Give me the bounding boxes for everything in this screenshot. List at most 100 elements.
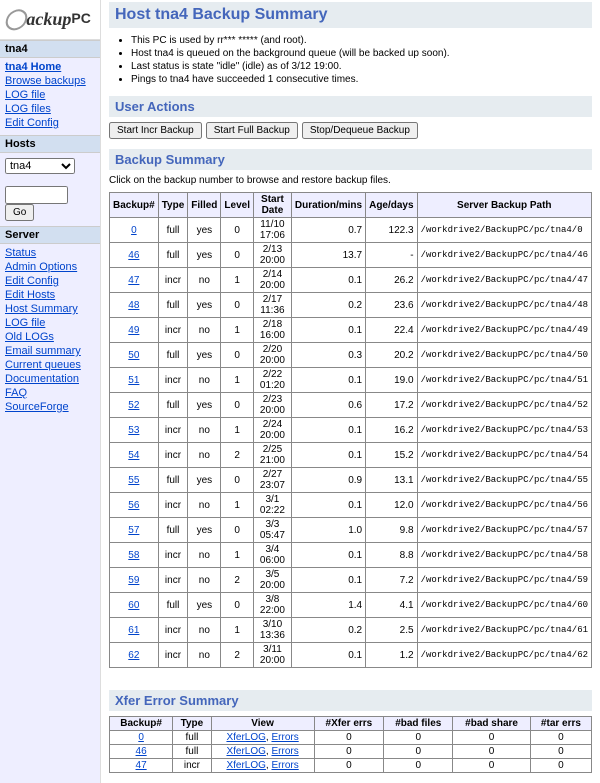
table-row: 54incrno22/25 21:000.115.2/workdrive2/Ba… [110, 443, 592, 468]
backup-link[interactable]: 47 [136, 760, 147, 771]
xfer-view-link[interactable]: XferLOG [226, 732, 265, 743]
xfer-header: Type [173, 717, 211, 731]
table-row: 51incrno12/22 01:200.119.0/workdrive2/Ba… [110, 368, 592, 393]
backup-link[interactable]: 61 [128, 625, 139, 636]
server-link[interactable]: Current queues [5, 358, 95, 372]
server-link[interactable]: Status [5, 246, 95, 260]
xfer-header: #bad files [384, 717, 453, 731]
table-header: Age/days [366, 193, 417, 218]
xfer-header: View [211, 717, 314, 731]
table-row: 55fullyes02/27 23:070.913.1/workdrive2/B… [110, 468, 592, 493]
backup-link[interactable]: 46 [128, 250, 139, 261]
table-header: Level [221, 193, 254, 218]
table-row: 48fullyes02/17 11:360.223.6/workdrive2/B… [110, 293, 592, 318]
host-link[interactable]: Edit Config [5, 116, 95, 130]
table-row: 0fullyes011/10 17:060.7122.3/workdrive2/… [110, 218, 592, 243]
backup-link[interactable]: 58 [128, 550, 139, 561]
xfer-view-link[interactable]: Errors [271, 732, 298, 743]
server-link[interactable]: Old LOGs [5, 330, 95, 344]
backup-link[interactable]: 0 [131, 225, 137, 236]
table-row: 57fullyes03/3 05:471.09.8/workdrive2/Bac… [110, 518, 592, 543]
xfer-header: #tar errs [530, 717, 591, 731]
table-header: Start Date [254, 193, 292, 218]
main: Host tna4 Backup Summary This PC is used… [101, 0, 600, 783]
backup-summary-heading: Backup Summary [109, 149, 592, 170]
backup-link[interactable]: 51 [128, 375, 139, 386]
table-row: 61incrno13/10 13:360.22.5/workdrive2/Bac… [110, 618, 592, 643]
backup-link[interactable]: 47 [128, 275, 139, 286]
status-item: Last status is state "idle" (idle) as of… [131, 60, 592, 73]
backup-link[interactable]: 52 [128, 400, 139, 411]
status-list: This PC is used by rr*** ***** (and root… [131, 34, 592, 86]
backup-link[interactable]: 62 [128, 650, 139, 661]
table-row: 56incrno13/1 02:220.112.0/workdrive2/Bac… [110, 493, 592, 518]
section-hosts: Hosts [0, 135, 100, 153]
server-link[interactable]: SourceForge [5, 400, 95, 414]
backup-link[interactable]: 46 [136, 746, 147, 757]
logo: ◯ackupPC [0, 0, 100, 40]
sidebar: ◯ackupPC tna4 tna4 HomeBrowse backupsLOG… [0, 0, 101, 783]
xfer-header: #Xfer errs [314, 717, 384, 731]
backup-link[interactable]: 48 [128, 300, 139, 311]
table-row: 47incrno12/14 20:000.126.2/workdrive2/Ba… [110, 268, 592, 293]
status-item: This PC is used by rr*** ***** (and root… [131, 34, 592, 47]
section-server: Server [0, 226, 100, 244]
backup-link[interactable]: 60 [128, 600, 139, 611]
table-header: Server Backup Path [417, 193, 591, 218]
server-link[interactable]: Documentation [5, 372, 95, 386]
table-header: Filled [188, 193, 221, 218]
status-item: Pings to tna4 have succeeded 1 consecuti… [131, 73, 592, 86]
table-header: Backup# [110, 193, 159, 218]
action-button[interactable]: Stop/Dequeue Backup [302, 122, 418, 139]
backup-link[interactable]: 57 [128, 525, 139, 536]
backup-link[interactable]: 0 [138, 732, 144, 743]
backup-link[interactable]: 56 [128, 500, 139, 511]
backup-link[interactable]: 49 [128, 325, 139, 336]
server-link[interactable]: Admin Options [5, 260, 95, 274]
xfer-view-link[interactable]: Errors [271, 746, 298, 757]
server-link[interactable]: Email summary [5, 344, 95, 358]
host-input[interactable] [5, 186, 68, 204]
backup-link[interactable]: 55 [128, 475, 139, 486]
table-row: 49incrno12/18 16:000.122.4/workdrive2/Ba… [110, 318, 592, 343]
host-link[interactable]: Browse backups [5, 74, 95, 88]
server-link[interactable]: Edit Hosts [5, 288, 95, 302]
table-row: 60fullyes03/8 22:001.44.1/workdrive2/Bac… [110, 593, 592, 618]
table-row: 53incrno12/24 20:000.116.2/workdrive2/Ba… [110, 418, 592, 443]
server-link[interactable]: Edit Config [5, 274, 95, 288]
xfer-view-link[interactable]: Errors [271, 760, 298, 771]
backup-table: Backup#TypeFilledLevelStart DateDuration… [109, 192, 592, 668]
backup-link[interactable]: 54 [128, 450, 139, 461]
table-row: 62incrno23/11 20:000.11.2/workdrive2/Bac… [110, 643, 592, 668]
backup-link[interactable]: 53 [128, 425, 139, 436]
table-row: 59incrno23/5 20:000.17.2/workdrive2/Back… [110, 568, 592, 593]
action-button[interactable]: Start Incr Backup [109, 122, 202, 139]
xfer-view-link[interactable]: XferLOG [226, 760, 265, 771]
xfer-header: Backup# [110, 717, 173, 731]
page-title: Host tna4 Backup Summary [109, 2, 592, 28]
server-link[interactable]: Host Summary [5, 302, 95, 316]
status-item: Host tna4 is queued on the background qu… [131, 47, 592, 60]
host-select[interactable]: tna4 [5, 158, 75, 174]
action-button[interactable]: Start Full Backup [206, 122, 298, 139]
go-button[interactable] [5, 204, 34, 221]
table-row: 50fullyes02/20 20:000.320.2/workdrive2/B… [110, 343, 592, 368]
server-link[interactable]: LOG file [5, 316, 95, 330]
backup-link[interactable]: 59 [128, 575, 139, 586]
table-row: 46fullyes02/13 20:0013.7-/workdrive2/Bac… [110, 243, 592, 268]
server-link[interactable]: FAQ [5, 386, 95, 400]
xfer-row: 46fullXferLOG, Errors0000 [110, 745, 592, 759]
backup-link[interactable]: 50 [128, 350, 139, 361]
host-link[interactable]: tna4 Home [5, 60, 95, 74]
summary-note: Click on the backup number to browse and… [109, 175, 592, 186]
xfer-view-link[interactable]: XferLOG [226, 746, 265, 757]
xfer-heading: Xfer Error Summary [109, 690, 592, 711]
user-actions-heading: User Actions [109, 96, 592, 117]
table-row: 58incrno13/4 06:000.18.8/workdrive2/Back… [110, 543, 592, 568]
xfer-table: Backup#TypeView#Xfer errs#bad files#bad … [109, 716, 592, 773]
xfer-row: 47incrXferLOG, Errors0000 [110, 759, 592, 773]
host-link[interactable]: LOG file [5, 88, 95, 102]
table-header: Type [158, 193, 188, 218]
action-buttons: Start Incr BackupStart Full BackupStop/D… [109, 122, 592, 139]
host-link[interactable]: LOG files [5, 102, 95, 116]
